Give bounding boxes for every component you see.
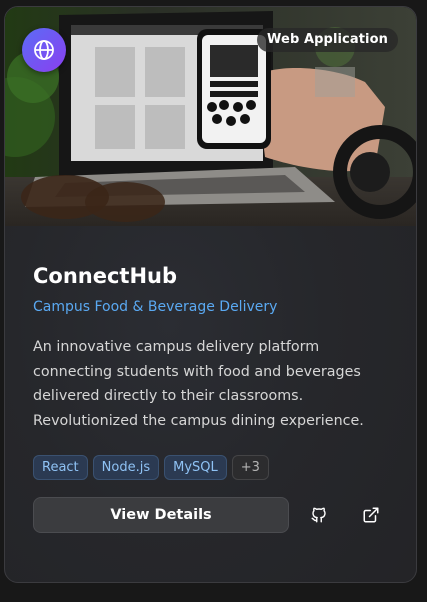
github-icon — [311, 507, 326, 523]
tag-react: React — [33, 455, 88, 480]
tag-mysql: MySQL — [164, 455, 227, 480]
github-button[interactable] — [306, 502, 332, 528]
globe-icon — [34, 40, 54, 60]
category-badge: Web Application — [257, 28, 398, 52]
platform-badge — [22, 28, 66, 72]
card-actions: View Details — [33, 497, 393, 533]
project-card: Web Application ConnectHub Campus Food &… — [4, 6, 417, 583]
tag-more-count: +3 — [231, 455, 269, 480]
tech-tags: React Node.js MySQL +3 — [33, 455, 269, 480]
project-title: ConnectHub — [33, 264, 178, 288]
project-image: Web Application — [5, 7, 416, 226]
project-description: An innovative campus delivery platform c… — [33, 339, 364, 429]
project-subtitle: Campus Food & Beverage Delivery — [33, 299, 278, 315]
external-link-button[interactable] — [358, 502, 384, 528]
view-details-button[interactable]: View Details — [33, 497, 289, 533]
tag-nodejs: Node.js — [92, 455, 160, 480]
external-link-icon — [363, 507, 379, 523]
